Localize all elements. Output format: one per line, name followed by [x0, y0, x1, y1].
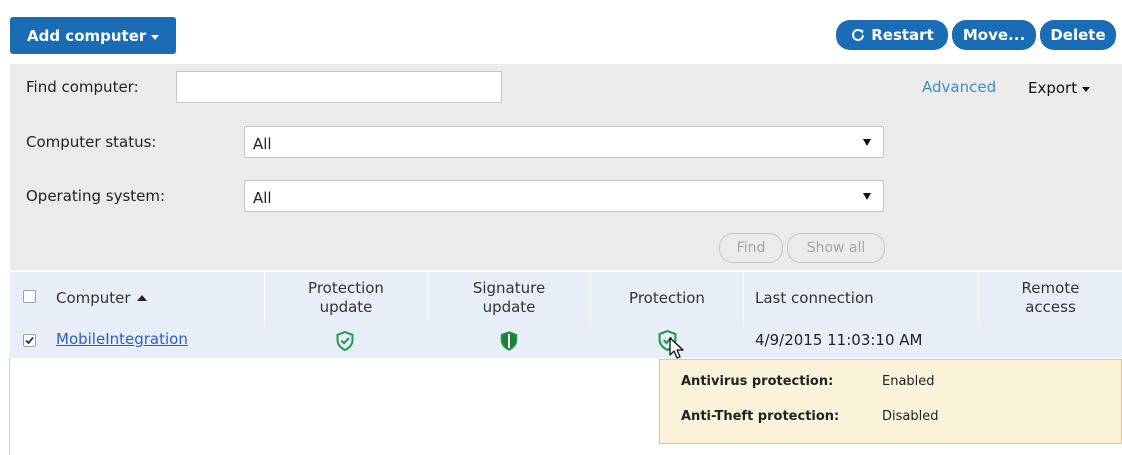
- find-computer-input[interactable]: [176, 71, 502, 103]
- add-computer-label: Add computer: [27, 26, 147, 45]
- find-button[interactable]: Find: [719, 233, 783, 263]
- move-button[interactable]: Move...: [952, 20, 1036, 50]
- add-computer-button[interactable]: Add computer: [10, 17, 176, 54]
- protection-tooltip: Antivirus protection: Enabled Anti-Theft…: [659, 359, 1122, 444]
- advanced-link[interactable]: Advanced: [922, 78, 996, 96]
- caret-down-icon: [151, 34, 160, 40]
- column-header-last-connection[interactable]: Last connection: [744, 272, 978, 324]
- column-header-computer[interactable]: Computer: [48, 272, 264, 324]
- restart-icon: [852, 28, 865, 41]
- column-header-protection[interactable]: Protection: [591, 272, 743, 324]
- delete-button[interactable]: Delete: [1040, 20, 1116, 50]
- caret-down-icon: [1082, 87, 1091, 92]
- antivirus-protection-value: Enabled: [882, 374, 935, 389]
- operating-system-value: All: [253, 189, 272, 207]
- protection-update-column-label: Protection update: [308, 279, 384, 316]
- show-all-button[interactable]: Show all: [787, 233, 885, 263]
- operating-system-label: Operating system:: [26, 187, 166, 205]
- find-button-label: Find: [736, 240, 766, 256]
- select-all-checkbox[interactable]: [23, 290, 36, 303]
- computer-status-label: Computer status:: [26, 133, 157, 151]
- dropdown-arrow-icon: [863, 193, 871, 200]
- antivirus-protection-label: Antivirus protection:: [681, 374, 834, 389]
- computer-status-select[interactable]: All: [244, 126, 884, 158]
- mouse-pointer-icon: [669, 337, 684, 359]
- move-label: Move...: [962, 26, 1026, 44]
- computer-name-link[interactable]: MobileIntegration: [56, 330, 188, 348]
- remote-access-column-label: Remote access: [1021, 279, 1080, 316]
- dropdown-arrow-icon: [863, 139, 871, 146]
- column-header-signature-update[interactable]: Signature update: [428, 272, 590, 324]
- restart-label: Restart: [871, 26, 934, 44]
- show-all-label: Show all: [806, 240, 866, 256]
- computer-status-value: All: [253, 135, 272, 153]
- last-connection-value: 4/9/2015 11:03:10 AM: [755, 331, 923, 349]
- operating-system-select[interactable]: All: [244, 180, 884, 212]
- last-connection-column-label: Last connection: [755, 288, 874, 307]
- protection-column-label: Protection: [629, 288, 705, 307]
- anti-theft-protection-value: Disabled: [882, 409, 939, 424]
- computer-column-label: Computer: [56, 288, 131, 307]
- shield-half-icon: [500, 331, 518, 351]
- checkmark-icon: [25, 336, 34, 345]
- export-label: Export: [1028, 79, 1078, 97]
- find-computer-label: Find computer:: [26, 78, 139, 96]
- delete-label: Delete: [1050, 26, 1106, 44]
- export-button[interactable]: Export: [1028, 79, 1091, 97]
- row-checkbox[interactable]: [23, 334, 36, 347]
- column-header-protection-update[interactable]: Protection update: [265, 272, 427, 324]
- table-left-border: [9, 358, 10, 455]
- column-header-remote-access[interactable]: Remote access: [979, 272, 1122, 324]
- anti-theft-protection-label: Anti-Theft protection:: [681, 409, 840, 424]
- shield-check-icon: [336, 331, 354, 351]
- restart-button[interactable]: Restart: [836, 20, 948, 50]
- sort-ascending-icon: [136, 295, 147, 301]
- signature-update-column-label: Signature update: [472, 279, 546, 316]
